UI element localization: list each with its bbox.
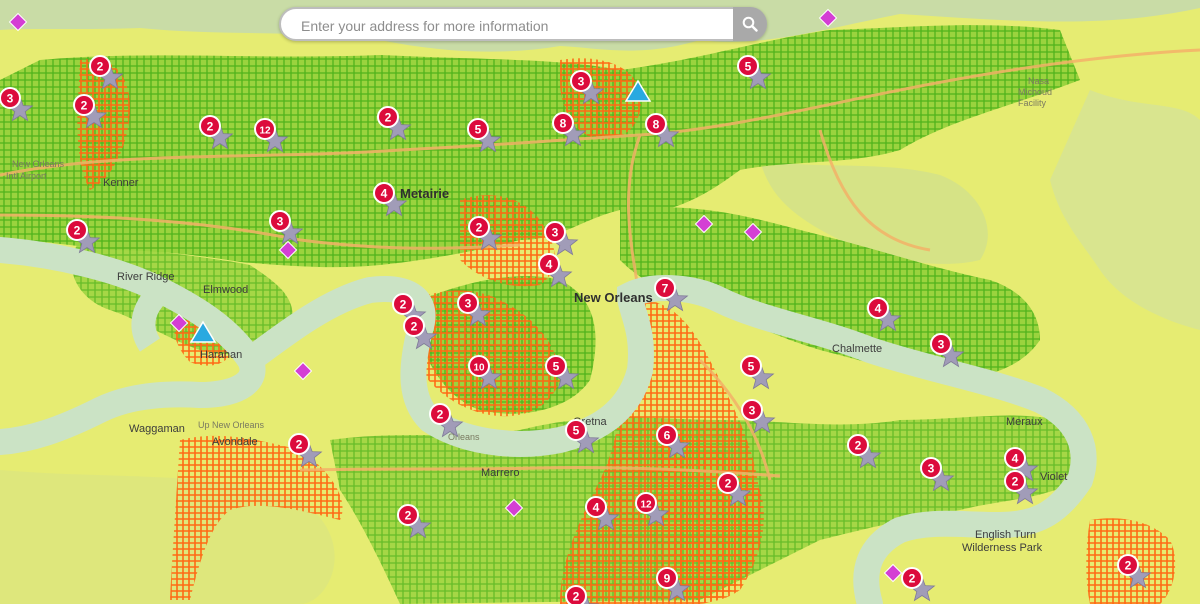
count-label: 3 [465, 297, 472, 311]
count-label: 2 [81, 99, 88, 113]
address-search-input[interactable] [299, 15, 723, 37]
count-label: 2 [1012, 475, 1019, 489]
count-label: 3 [552, 226, 559, 240]
place-label-english-turn: English Turn Wilderness Park [962, 529, 1043, 554]
search-icon [742, 16, 758, 32]
count-label: 2 [1125, 559, 1132, 573]
count-label: 10 [473, 363, 485, 374]
place-label-violet: Violet [1040, 471, 1067, 483]
count-label: 2 [437, 408, 444, 422]
place-label-kenner: Kenner [103, 177, 139, 189]
count-label: 2 [385, 111, 392, 125]
search-button[interactable] [733, 7, 767, 41]
count-label: 7 [662, 282, 669, 296]
count-label: 4 [593, 501, 600, 515]
count-label: 5 [573, 424, 580, 438]
count-label: 2 [400, 298, 407, 312]
count-label: 2 [405, 509, 412, 523]
count-label: 12 [259, 126, 271, 137]
count-label: 4 [875, 302, 882, 316]
place-label-harahan: Harahan [200, 349, 242, 361]
place-label-elmwood: Elmwood [203, 284, 248, 296]
place-label-chalmette: Chalmette [832, 343, 882, 355]
address-search-bar [279, 7, 767, 41]
count-label: 2 [207, 120, 214, 134]
count-label: 4 [546, 258, 553, 272]
place-label-meraux: Meraux [1006, 416, 1043, 428]
place-label-new-orleans: New Orleans [574, 290, 653, 305]
count-label: 2 [74, 224, 81, 238]
place-label-waggaman: Waggaman [129, 423, 185, 435]
count-label: 6 [664, 429, 671, 443]
count-label: 3 [749, 404, 756, 418]
place-label-upper-new-orleans: Up New Orleans [198, 420, 265, 430]
place-label-metairie: Metairie [400, 186, 449, 201]
count-label: 5 [748, 360, 755, 374]
count-label: 2 [855, 439, 862, 453]
count-label: 12 [640, 500, 652, 511]
map-canvas[interactable]: New Orleans Intl Airport Kenner Metairie … [0, 0, 1200, 604]
count-label: 3 [938, 338, 945, 352]
count-label: 2 [296, 438, 303, 452]
count-label: 3 [277, 215, 284, 229]
place-label-river-ridge: River Ridge [117, 271, 174, 283]
count-label: 2 [725, 477, 732, 491]
count-label: 4 [1012, 452, 1019, 466]
count-label: 9 [664, 572, 671, 586]
count-label: 2 [411, 320, 418, 334]
count-label: 8 [653, 118, 660, 132]
count-label: 5 [475, 123, 482, 137]
count-label: 2 [573, 590, 580, 604]
count-label: 5 [553, 360, 560, 374]
count-label: 2 [476, 221, 483, 235]
place-label-marrero: Marrero [481, 467, 520, 479]
count-label: 4 [381, 187, 388, 201]
place-label-avondale: Avondale [212, 436, 258, 448]
count-label: 8 [560, 117, 567, 131]
count-label: 3 [7, 92, 14, 106]
count-label: 5 [745, 60, 752, 74]
count-label: 3 [928, 462, 935, 476]
count-label: 2 [909, 572, 916, 586]
count-label: 2 [97, 60, 104, 74]
count-label: 3 [578, 75, 585, 89]
